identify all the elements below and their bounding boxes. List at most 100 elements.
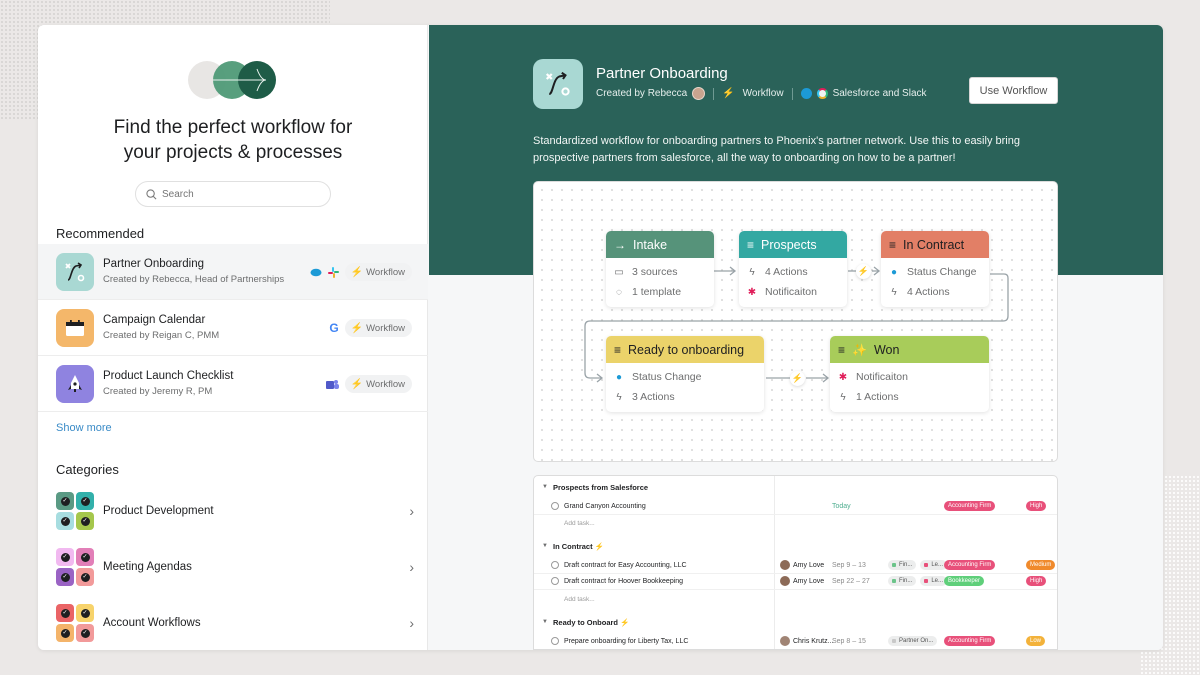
task-assignee: Amy Love <box>793 577 825 585</box>
show-more-link[interactable]: Show more <box>56 422 112 434</box>
chip-label: Fin... <box>899 578 913 584</box>
node-row-label: 3 sources <box>632 266 678 278</box>
section-header[interactable]: ▼ In Contract ⚡ <box>534 537 1057 555</box>
task-list-preview: ▼ Prospects from Salesforce Grand Canyon … <box>533 475 1058 650</box>
node-in-contract[interactable]: ≡ In Contract ● Status Change ϟ 4 Actions <box>881 231 989 307</box>
section-header[interactable]: ▼ Ready to Onboard ⚡ <box>534 613 1057 631</box>
category-product-development[interactable]: ✓ ✓ ✓ ✓ Product Development › <box>38 483 428 539</box>
task-tag: Accounting Firm <box>944 501 996 511</box>
recommended-heading: Recommended <box>56 226 145 241</box>
list-icon: ≡ <box>838 342 846 357</box>
node-prospects[interactable]: ≡ Prospects ϟ 4 Actions ✱ Notificaiton <box>739 231 847 307</box>
add-task-link[interactable]: Add task... <box>564 596 595 603</box>
bolt-icon: ⚡ <box>620 617 630 627</box>
node-row-label: Status Change <box>632 371 702 383</box>
add-task-link[interactable]: Add task... <box>564 520 595 527</box>
recommended-item-partner-onboarding[interactable]: Partner Onboarding Created by Rebecca, H… <box>38 244 428 300</box>
connector-lines <box>584 266 1009 383</box>
section-header[interactable]: ▼ Prospects from Salesforce <box>534 478 1057 496</box>
node-title: Prospects <box>761 237 817 252</box>
checkbox-icon[interactable] <box>551 577 559 585</box>
avatar <box>780 576 790 586</box>
node-row-label: Notificaiton <box>765 286 817 298</box>
item-creator: Created by Reigan C, PMM <box>103 330 220 341</box>
checkbox-icon[interactable] <box>551 561 559 569</box>
category-name: Meeting Agendas <box>103 561 192 573</box>
arrow-icon <box>213 68 267 92</box>
node-row-label: Status Change <box>907 266 977 278</box>
task-date: Sep 22 – 27 <box>832 577 870 585</box>
recommended-item-campaign-calendar[interactable]: Campaign Calendar Created by Reigan C, P… <box>38 300 428 356</box>
use-workflow-button[interactable]: Use Workflow <box>969 77 1058 104</box>
node-ready-to-onboarding[interactable]: ≡ Ready to onboarding ● Status Change ϟ 3 A… <box>606 336 764 412</box>
chevron-right-icon: › <box>409 615 414 631</box>
workflow-gallery-sidebar: Find the perfect workflow for your proje… <box>38 25 428 650</box>
task-name: Draft contract for Easy Accounting, LLC <box>564 561 687 569</box>
categories-heading: Categories <box>56 462 119 477</box>
section-name-text: Ready to Onboard <box>553 617 619 627</box>
task-date: Today <box>832 502 851 510</box>
workflow-description: Standardized workflow for onboarding par… <box>533 135 1020 164</box>
slack-icon <box>327 266 339 278</box>
avatar <box>780 560 790 570</box>
section-name-text: In Contract <box>553 541 593 551</box>
item-name: Partner Onboarding <box>103 258 205 270</box>
task-row[interactable]: Prepare onboarding for Liberty Tax, LLC … <box>534 633 1057 649</box>
node-row-label: Notificaiton <box>856 371 908 383</box>
item-creator: Created by Rebecca, Head of Partnerships <box>103 274 285 285</box>
arrow-right-icon: → <box>614 237 626 252</box>
task-row[interactable]: Draft contract for Easy Accounting, LLC … <box>534 557 1057 574</box>
checkbox-icon[interactable] <box>551 637 559 645</box>
workflow-meta: Created by Rebecca ⚡ Workflow Salesforce … <box>596 87 927 100</box>
chip-label: Fin... <box>899 562 913 568</box>
categories-list: ✓ ✓ ✓ ✓ Product Development › ✓ ✓ ✓ ✓ Meetin… <box>38 483 428 650</box>
title-line-2: your projects & processes <box>123 142 343 163</box>
search-box[interactable] <box>135 181 331 207</box>
node-title: Intake <box>633 237 668 252</box>
node-title: In Contract <box>903 237 965 252</box>
checkbox-icon[interactable] <box>551 502 559 510</box>
chevron-right-icon: › <box>409 559 414 575</box>
task-priority: Medium <box>1026 560 1056 570</box>
chip-label: Le... <box>931 562 944 568</box>
category-icon: ✓ ✓ ✓ ✓ <box>56 604 94 642</box>
node-intake[interactable]: → Intake ▭ 3 sources ◌ 1 template <box>606 231 714 307</box>
node-title: Ready to onboarding <box>628 342 745 357</box>
chevron-right-icon: › <box>409 503 414 519</box>
slack-icon: ✱ <box>747 286 757 298</box>
task-name: Prepare onboarding for Liberty Tax, LLC <box>564 637 689 645</box>
salesforce-icon <box>310 268 322 276</box>
task-row[interactable]: Draft contract for Hoover Bookkeeping Am… <box>534 573 1057 590</box>
task-assignee: Chris Krutz... <box>793 637 834 645</box>
sparkle-icon: ✨ <box>852 342 867 357</box>
category-account-workflows[interactable]: ✓ ✓ ✓ ✓ Account Workflows › <box>38 595 428 650</box>
category-meeting-agendas[interactable]: ✓ ✓ ✓ ✓ Meeting Agendas › <box>38 539 428 595</box>
item-creator: Created by Jeremy R, PM <box>103 386 213 397</box>
task-date: Sep 9 – 13 <box>832 561 866 569</box>
project-chip: Fin... <box>888 560 917 570</box>
task-row[interactable]: Grand Canyon Accounting Today Accounting… <box>534 498 1057 515</box>
search-input[interactable] <box>162 188 312 200</box>
list-icon: ≡ <box>889 237 897 252</box>
calendar-icon <box>56 308 94 347</box>
slack-icon: ✱ <box>838 371 848 383</box>
node-row-label: 1 template <box>632 286 682 298</box>
task-tag: Bookkeeper <box>944 576 985 586</box>
project-chip: Partner On... <box>888 636 938 646</box>
list-icon: ≡ <box>747 237 755 252</box>
automation-bolt-icon[interactable]: ⚡ <box>856 264 871 279</box>
salesforce-icon <box>800 88 812 99</box>
automation-bolt-icon[interactable]: ⚡ <box>790 371 805 386</box>
workflow-diagram: ⚡ ⚡ → Intake ▭ 3 sources ◌ 1 template ≡ Pros… <box>533 181 1058 462</box>
recommended-item-product-launch[interactable]: Product Launch Checklist Created by Jere… <box>38 356 428 412</box>
task-priority: Low <box>1026 636 1046 646</box>
node-won[interactable]: ≡ ✨ Won ✱ Notificaiton ϟ 1 Actions <box>830 336 989 412</box>
integrations-label: Salesforce and Slack <box>832 88 927 99</box>
workflow-badge: ⚡ Workflow <box>344 375 412 393</box>
list-icon: ≡ <box>614 342 622 357</box>
salesforce-icon: ● <box>890 266 898 278</box>
item-name: Product Launch Checklist <box>103 370 234 382</box>
bolt-outline-icon: ϟ <box>891 286 897 298</box>
badge-label: Workflow <box>366 266 405 278</box>
task-name: Draft contract for Hoover Bookkeeping <box>564 577 684 585</box>
